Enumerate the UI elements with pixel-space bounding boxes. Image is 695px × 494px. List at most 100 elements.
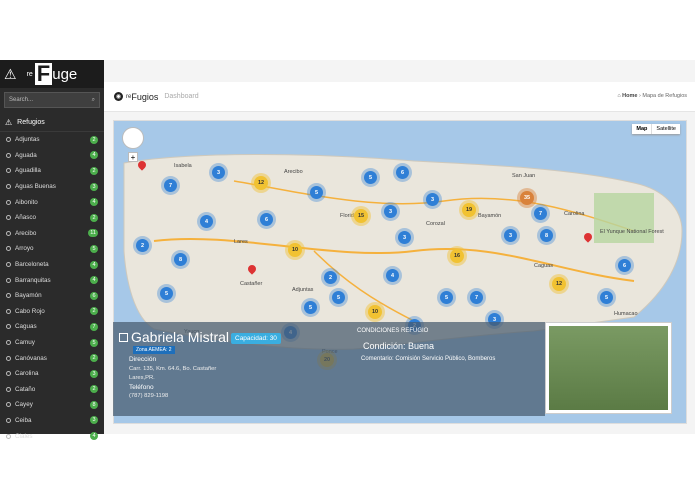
sidebar-item[interactable]: Carolina 3 (0, 366, 104, 382)
capacity-badge: Capacidad: 30 (231, 333, 281, 344)
sidebar-item[interactable]: Aguada 4 (0, 148, 104, 164)
marker-cluster[interactable]: 5 (304, 301, 317, 314)
marker-cluster[interactable]: 7 (534, 207, 547, 220)
marker-cluster[interactable]: 6 (260, 213, 273, 226)
sidebar-item[interactable]: Aibonito 4 (0, 194, 104, 210)
zoom-in-button[interactable]: + (128, 152, 138, 162)
count-badge: 8 (90, 400, 98, 409)
marker-cluster[interactable]: 3 (384, 205, 397, 218)
count-badge: 5 (90, 244, 98, 253)
search-input[interactable]: Search... ⌕ (4, 92, 100, 108)
marker-cluster[interactable]: 10 (368, 305, 382, 319)
count-badge: 4 (90, 260, 98, 269)
sidebar-item[interactable]: Cabo Rojo 2 (0, 304, 104, 320)
phone-text: (787) 829-1198 (129, 393, 169, 399)
page-header: ◉ re Fugios Dashboard ⌂ Home › Mapa de R… (104, 82, 695, 112)
circle-icon (6, 340, 11, 346)
sidebar-item-left: Ciales (6, 433, 33, 440)
breadcrumb: ⌂ Home › Mapa de Refugios (617, 93, 687, 99)
count-badge: 4 (90, 198, 98, 207)
marker-cluster[interactable]: 10 (288, 243, 302, 257)
marker-cluster[interactable]: 6 (618, 259, 631, 272)
marker-cluster[interactable]: 2 (136, 239, 149, 252)
map-label: Isabela (174, 163, 192, 169)
page-subtitle: Dashboard (164, 93, 199, 100)
circle-icon (6, 293, 11, 299)
count-badge: 2 (90, 354, 98, 363)
sidebar-list: Adjuntas 2 Aguada 4 Aguadilla 2 Aguas Buenas 3 A… (0, 132, 104, 444)
marker-cluster[interactable]: 7 (470, 291, 483, 304)
marker-cluster[interactable]: 5 (332, 291, 345, 304)
map-button[interactable]: Map (632, 124, 653, 134)
sidebar-item[interactable]: Caguas 7 (0, 319, 104, 335)
map-label: Lares (234, 239, 248, 245)
marker-cluster[interactable]: 3 (426, 193, 439, 206)
marker-cluster[interactable]: 3 (398, 231, 411, 244)
brand-logo[interactable]: ⚠ re F uge (0, 60, 104, 88)
marker-cluster[interactable]: 15 (354, 209, 368, 223)
sidebar-section-refugios[interactable]: ⚠ Refugios (0, 114, 104, 132)
marker-cluster[interactable]: 5 (364, 171, 377, 184)
sidebar-item-label: Barranquitas (15, 276, 51, 284)
marker-cluster[interactable]: 5 (440, 291, 453, 304)
count-badge: 6 (90, 291, 98, 300)
sidebar-item[interactable]: Ciales 4 (0, 428, 104, 444)
marker-cluster[interactable]: 3 (504, 229, 517, 242)
sidebar-item-left: Carolina (6, 370, 38, 377)
marker-cluster[interactable]: 6 (396, 166, 409, 179)
marker-cluster[interactable]: 5 (310, 186, 323, 199)
marker-cluster[interactable]: 35 (520, 191, 534, 205)
sidebar-item[interactable]: Aguadilla 2 (0, 163, 104, 179)
sidebar-item[interactable]: Añasco 2 (0, 210, 104, 226)
pan-control[interactable] (122, 127, 144, 149)
marker-cluster[interactable]: 12 (552, 277, 566, 291)
sidebar-item-left: Aibonito (6, 199, 38, 206)
zone-badge: Zona AEMEA: 2 (133, 346, 175, 354)
sidebar-item[interactable]: Cayey 8 (0, 397, 104, 413)
map-label: San Juan (512, 173, 536, 179)
map-label: El Yunque National Forest (600, 229, 664, 235)
marker-cluster[interactable]: 5 (600, 291, 613, 304)
sidebar: ⚠ re F uge Search... ⌕ ⚠ Refugios Adjunt… (0, 60, 104, 441)
marker-cluster[interactable]: 4 (386, 269, 399, 282)
marker-cluster[interactable]: 5 (160, 287, 173, 300)
circle-icon (6, 417, 11, 423)
marker-cluster[interactable]: 8 (540, 229, 553, 242)
sidebar-item[interactable]: Adjuntas 2 (0, 132, 104, 148)
marker-cluster[interactable]: 2 (324, 271, 337, 284)
sidebar-item-label: Arecibo (15, 229, 37, 237)
marker-cluster[interactable]: 12 (254, 176, 268, 190)
circle-icon (6, 402, 11, 408)
address-line1: Carr. 135, Km. 64.6, Bo. Castañer (129, 366, 217, 372)
circle-icon (6, 137, 11, 143)
sidebar-item[interactable]: Camuy 5 (0, 335, 104, 351)
marker-cluster[interactable]: 8 (174, 253, 187, 266)
main-area: ◉ re Fugios Dashboard ⌂ Home › Mapa de R… (104, 60, 695, 434)
count-badge: 2 (90, 135, 98, 144)
sidebar-item-label: Carolina (15, 370, 39, 378)
sidebar-item[interactable]: Arroyo 5 (0, 241, 104, 257)
marker-cluster[interactable]: 16 (450, 249, 464, 263)
phone-label: Teléfono (129, 384, 154, 391)
circle-icon (6, 371, 11, 377)
sidebar-item[interactable]: Ceiba 3 (0, 413, 104, 429)
section-label: Refugios (17, 119, 45, 126)
sidebar-item[interactable]: Barranquitas 4 (0, 272, 104, 288)
sidebar-item[interactable]: Bayamón 6 (0, 288, 104, 304)
sidebar-item[interactable]: Arecibo 11 (0, 226, 104, 242)
sidebar-item[interactable]: Cataño 2 (0, 382, 104, 398)
sidebar-item-label: Añasco (15, 214, 37, 222)
sidebar-item[interactable]: Aguas Buenas 3 (0, 179, 104, 195)
marker-cluster[interactable]: 3 (212, 166, 225, 179)
sidebar-item-left: Arecibo (6, 230, 36, 237)
marker-cluster[interactable]: 19 (462, 203, 476, 217)
marker-cluster[interactable]: 4 (200, 215, 213, 228)
count-badge: 2 (90, 213, 98, 222)
search-icon[interactable]: ⌕ (92, 97, 95, 104)
sidebar-item[interactable]: Canóvanas 2 (0, 350, 104, 366)
sidebar-item[interactable]: Barceloneta 4 (0, 257, 104, 273)
satellite-button[interactable]: Satellite (652, 124, 680, 134)
sidebar-item-label: Ceiba (15, 416, 32, 424)
marker-cluster[interactable]: 7 (164, 179, 177, 192)
breadcrumb-home[interactable]: Home (622, 93, 637, 99)
